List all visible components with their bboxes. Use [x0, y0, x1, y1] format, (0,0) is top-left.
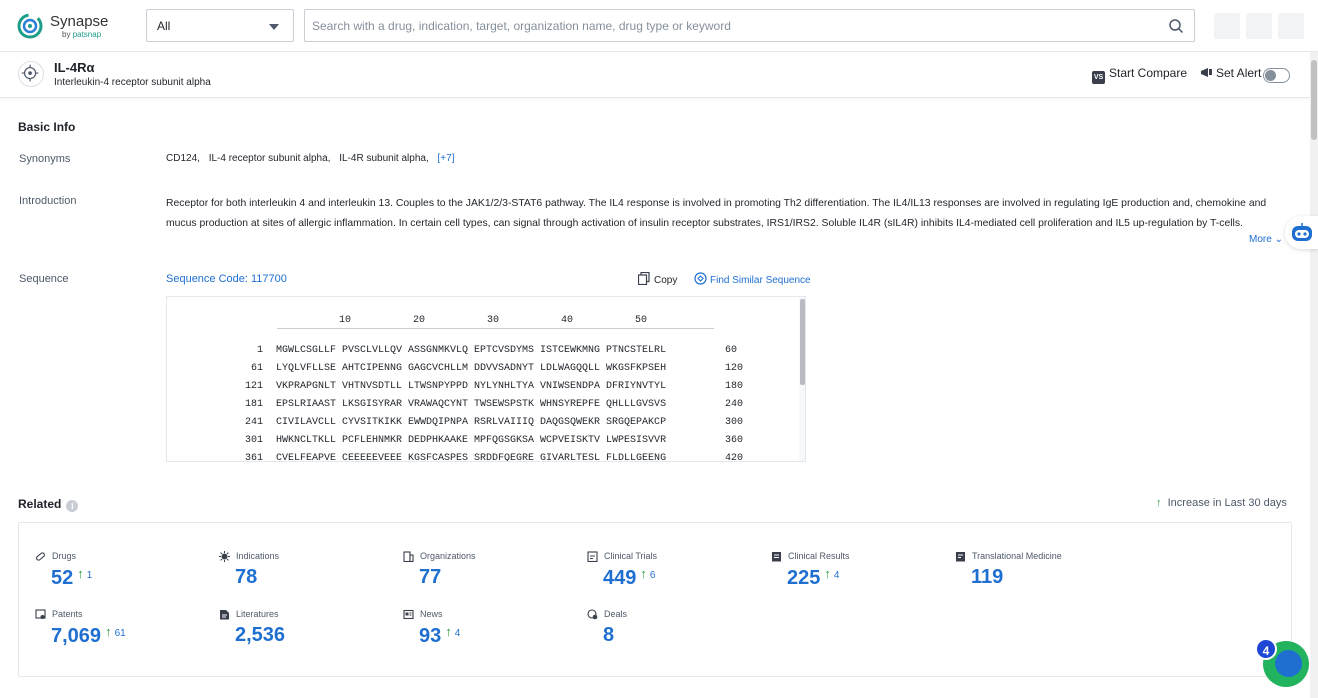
- copy-icon: [638, 272, 650, 285]
- target-name: IL-4Rα: [54, 60, 95, 75]
- introduction-text: Receptor for both interleukin 4 and inte…: [166, 194, 1284, 233]
- target-header: IL-4Rα Interleukin-4 receptor subunit al…: [0, 52, 1310, 98]
- ruler-tick: 50: [635, 315, 647, 326]
- start-compare-button[interactable]: VS Start Compare: [1092, 66, 1187, 84]
- document-icon: [955, 551, 966, 562]
- introduction-label: Introduction: [19, 195, 76, 207]
- compare-icon: VS: [1092, 71, 1105, 84]
- find-similar-sequence-button[interactable]: Find Similar Sequence: [694, 272, 811, 286]
- results-icon: [771, 551, 782, 562]
- clipboard-icon: [587, 551, 598, 562]
- toolbar-placeholder-1[interactable]: [1214, 13, 1240, 39]
- basic-info-title: Basic Info: [18, 120, 75, 134]
- arrow-up-icon: ↑: [1156, 497, 1162, 509]
- sequence-row: 241CIVILAVCLL CYVSITKIKK EWWDQIPNPA RSRL…: [167, 414, 767, 432]
- toolbar-placeholder-2[interactable]: [1246, 13, 1272, 39]
- ruler-line: [277, 328, 714, 329]
- copy-button[interactable]: Copy: [638, 272, 677, 286]
- sequence-row: 1MGWLCSGLLF PVSCLVLLQV ASSGNMKVLQ EPTCVS…: [167, 342, 767, 360]
- brand-by: by patsnap: [62, 30, 101, 39]
- synonyms-list: CD124, IL-4 receptor subunit alpha, IL-4…: [166, 153, 460, 164]
- similar-sequence-icon: [694, 272, 707, 285]
- synonym-item: IL-4 receptor subunit alpha,: [209, 153, 331, 164]
- search-box: [304, 9, 1195, 42]
- chat-icon: [1275, 650, 1302, 677]
- sequence-row: 121VKPRAPGNLT VHTNVSDTLL LTWSNPYPPD NYLY…: [167, 378, 767, 396]
- building-icon: [403, 551, 414, 562]
- target-icon: [18, 61, 44, 87]
- ruler-tick: 10: [339, 315, 351, 326]
- page-scrollbar[interactable]: [1310, 52, 1318, 698]
- related-stats-panel: Drugs 52↑1 Indications 78 Organizations …: [18, 522, 1292, 677]
- assistant-button[interactable]: [1285, 216, 1318, 249]
- alert-toggle[interactable]: [1263, 68, 1290, 83]
- robot-icon: [1290, 223, 1314, 243]
- synonym-item: IL-4R subunit alpha,: [339, 153, 429, 164]
- sequence-row: 61LYQLVFLLSE AHTCIPENNG GAGCVCHLLM DDVVS…: [167, 360, 767, 378]
- set-alert-button[interactable]: Set Alert: [1200, 66, 1261, 80]
- ruler-tick: 40: [561, 315, 573, 326]
- notification-badge: 4: [1255, 638, 1277, 660]
- synonyms-label: Synonyms: [19, 153, 70, 165]
- related-title: Relatedi: [18, 497, 78, 512]
- brand-name: Synapse: [50, 13, 108, 30]
- toolbar-placeholder-3[interactable]: [1278, 13, 1304, 39]
- sequence-rows: 1MGWLCSGLLF PVSCLVLLQV ASSGNMKVLQ EPTCVS…: [167, 342, 767, 462]
- search-input[interactable]: [305, 10, 1145, 41]
- synonym-item: CD124,: [166, 153, 200, 164]
- scope-select[interactable]: All: [146, 9, 294, 42]
- copy-label: Copy: [654, 275, 677, 286]
- top-bar: Synapse by patsnap All: [0, 0, 1318, 52]
- synonyms-more-link[interactable]: [+7]: [438, 153, 455, 164]
- ruler-tick: 20: [413, 315, 425, 326]
- pill-icon: [35, 551, 46, 562]
- alert-icon: [1200, 66, 1213, 78]
- sequence-row: 181EPSLRIAAST LKSGISYRAR VRAWAQCYNT TWSE…: [167, 396, 767, 414]
- target-full-name: Interleukin-4 receptor subunit alpha: [54, 77, 211, 88]
- news-icon: [403, 609, 414, 620]
- virus-icon: [219, 551, 230, 562]
- sequence-viewer: 10 20 30 40 50 1MGWLCSGLLF PVSCLVLLQV AS…: [166, 296, 806, 462]
- synapse-logo-icon: [16, 12, 44, 40]
- sequence-label: Sequence: [19, 273, 69, 285]
- set-alert-label: Set Alert: [1216, 66, 1261, 80]
- patent-icon: [35, 609, 46, 620]
- start-compare-label: Start Compare: [1109, 66, 1187, 80]
- increase-legend: ↑ Increase in Last 30 days: [1156, 497, 1287, 509]
- sequence-ruler: 10 20 30 40 50: [167, 315, 727, 329]
- sequence-scrollbar[interactable]: [799, 297, 806, 461]
- scope-select-value: All: [157, 19, 170, 33]
- sequence-row: 301HWKNCLTKLL PCFLEHNMKR DEDPHKAAKE MPFQ…: [167, 432, 767, 450]
- ruler-tick: 30: [487, 315, 499, 326]
- sequence-row: 361CVELFEAPVE CEEEEEVEEE KGSFCASPES SRDD…: [167, 450, 767, 462]
- literature-icon: [219, 609, 230, 620]
- search-icon[interactable]: [1168, 18, 1184, 34]
- synapse-logo[interactable]: Synapse by patsnap: [16, 10, 126, 44]
- sequence-code-link[interactable]: Sequence Code: 117700: [166, 273, 287, 285]
- introduction-more-link[interactable]: More ⌄: [1249, 234, 1283, 245]
- info-icon[interactable]: i: [66, 500, 78, 512]
- chevron-down-icon: ⌄: [1275, 234, 1283, 245]
- deals-icon: [587, 609, 598, 620]
- chevron-down-icon: [269, 24, 279, 30]
- find-similar-sequence-label: Find Similar Sequence: [710, 275, 811, 286]
